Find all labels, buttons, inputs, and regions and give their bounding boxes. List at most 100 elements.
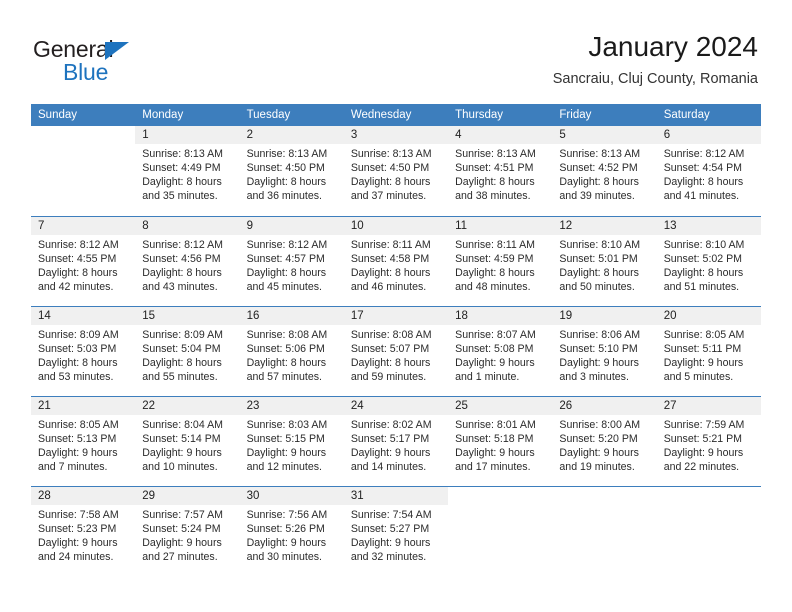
day-number: 30 [239,486,344,505]
calendar-day-cell[interactable]: 4 Sunrise: 8:13 AM Sunset: 4:51 PM Daylight… [448,126,553,216]
day-details: Sunrise: 8:09 AM Sunset: 5:04 PM Daylight:… [135,325,239,384]
daylight-duration-line2: and 55 minutes. [142,370,218,383]
day-details: Sunrise: 7:57 AM Sunset: 5:24 PM Daylight:… [135,505,239,564]
day-details: Sunrise: 7:56 AM Sunset: 5:26 PM Daylight:… [240,505,344,564]
calendar-day-cell[interactable]: 29 Sunrise: 7:57 AM Sunset: 5:24 PM Dayligh… [135,486,240,576]
day-number [656,486,761,505]
calendar-week-row: 1 Sunrise: 8:13 AM Sunset: 4:49 PM Daylight… [31,126,761,216]
calendar-day-cell[interactable]: 1 Sunrise: 8:13 AM Sunset: 4:49 PM Daylight… [135,126,240,216]
daylight-duration-line1: Daylight: 9 hours [350,446,431,459]
calendar-day-cell[interactable]: 5 Sunrise: 8:13 AM Sunset: 4:52 PM Daylight… [552,126,657,216]
daylight-duration-line2: and 41 minutes. [663,190,740,203]
calendar-day-cell[interactable]: 9 Sunrise: 8:12 AM Sunset: 4:57 PM Daylight… [239,216,344,306]
calendar-cell-empty [31,126,136,216]
calendar-day-cell[interactable]: 21 Sunrise: 8:05 AM Sunset: 5:13 PM Dayligh… [31,396,136,486]
day-details: Sunrise: 8:10 AM Sunset: 5:01 PM Daylight:… [552,235,656,294]
daylight-duration-line1: Daylight: 8 hours [142,266,222,279]
sunrise-time: Sunrise: 8:08 AM [246,328,328,341]
calendar-day-cell[interactable]: 13 Sunrise: 8:10 AM Sunset: 5:02 PM Dayligh… [656,216,761,306]
weekday-header-friday: Friday [552,104,657,126]
calendar-day-cell[interactable]: 14 Sunrise: 8:09 AM Sunset: 5:03 PM Dayligh… [31,306,136,396]
calendar-day-cell[interactable]: 18 Sunrise: 8:07 AM Sunset: 5:08 PM Dayligh… [448,306,553,396]
calendar-day-cell[interactable]: 8 Sunrise: 8:12 AM Sunset: 4:56 PM Daylight… [135,216,240,306]
calendar-day-cell[interactable]: 24 Sunrise: 8:02 AM Sunset: 5:17 PM Dayligh… [343,396,449,486]
calendar-day-cell[interactable]: 12 Sunrise: 8:10 AM Sunset: 5:01 PM Dayligh… [552,216,657,306]
brand-logo[interactable]: General Blue [33,36,183,86]
day-details: Sunrise: 8:08 AM Sunset: 5:07 PM Daylight:… [344,325,448,384]
calendar-day-cell[interactable]: 7 Sunrise: 8:12 AM Sunset: 4:55 PM Daylight… [31,216,136,306]
daylight-duration-line1: Daylight: 9 hours [455,446,535,459]
sunset-time: Sunset: 4:54 PM [663,162,743,175]
daylight-duration-line1: Daylight: 8 hours [455,176,535,189]
sunset-time: Sunset: 5:03 PM [38,342,117,355]
sunset-time: Sunset: 5:15 PM [246,432,325,445]
calendar-cell-empty [656,486,761,576]
day-details: Sunrise: 8:00 AM Sunset: 5:20 PM Daylight:… [552,415,656,474]
calendar-day-cell[interactable]: 25 Sunrise: 8:01 AM Sunset: 5:18 PM Dayligh… [448,396,553,486]
calendar-day-cell[interactable]: 22 Sunrise: 8:04 AM Sunset: 5:14 PM Dayligh… [135,396,240,486]
day-number: 24 [343,396,449,415]
sunset-time: Sunset: 4:55 PM [38,252,117,265]
sunset-time: Sunset: 5:06 PM [246,342,325,355]
day-number: 8 [135,216,240,235]
calendar-day-cell[interactable]: 6 Sunrise: 8:12 AM Sunset: 4:54 PM Daylight… [656,126,761,216]
sunset-time: Sunset: 5:14 PM [142,432,221,445]
sunrise-time: Sunrise: 8:12 AM [663,148,745,160]
calendar-day-cell[interactable]: 10 Sunrise: 8:11 AM Sunset: 4:58 PM Dayligh… [343,216,449,306]
daylight-duration-line2: and 22 minutes. [663,460,740,473]
day-number: 17 [343,306,449,325]
daylight-duration-line2: and 10 minutes. [142,460,218,473]
daylight-duration-line1: Daylight: 8 hours [663,266,744,279]
daylight-duration-line2: and 39 minutes. [559,190,635,203]
daylight-duration-line1: Daylight: 8 hours [559,176,639,189]
calendar-day-cell[interactable]: 17 Sunrise: 8:08 AM Sunset: 5:07 PM Dayligh… [343,306,449,396]
day-details: Sunrise: 8:05 AM Sunset: 5:11 PM Daylight:… [657,325,761,384]
day-number: 12 [552,216,657,235]
day-details: Sunrise: 8:04 AM Sunset: 5:14 PM Daylight:… [135,415,239,474]
calendar-day-cell[interactable]: 23 Sunrise: 8:03 AM Sunset: 5:15 PM Dayligh… [239,396,344,486]
sunrise-time: Sunrise: 8:11 AM [350,238,431,251]
daylight-duration-line2: and 48 minutes. [455,280,531,293]
calendar-day-cell[interactable]: 15 Sunrise: 8:09 AM Sunset: 5:04 PM Dayligh… [135,306,240,396]
sunrise-time: Sunrise: 8:10 AM [663,238,745,251]
daylight-duration-line1: Daylight: 8 hours [38,356,118,369]
calendar-day-cell[interactable]: 19 Sunrise: 8:06 AM Sunset: 5:10 PM Dayligh… [552,306,657,396]
day-number: 29 [135,486,240,505]
day-details: Sunrise: 8:03 AM Sunset: 5:15 PM Daylight:… [240,415,344,474]
day-details: Sunrise: 7:59 AM Sunset: 5:21 PM Daylight:… [657,415,761,474]
calendar-table: Sunday Monday Tuesday Wednesday Thursday… [31,104,761,576]
weekday-header-row: Sunday Monday Tuesday Wednesday Thursday… [31,104,761,126]
day-number: 13 [656,216,761,235]
day-details: Sunrise: 8:11 AM Sunset: 4:58 PM Daylight:… [344,235,448,294]
daylight-duration-line1: Daylight: 9 hours [663,446,744,459]
sunrise-time: Sunrise: 8:13 AM [142,148,223,160]
daylight-duration-line2: and 57 minutes. [246,370,322,383]
calendar-day-cell[interactable]: 16 Sunrise: 8:08 AM Sunset: 5:06 PM Dayligh… [239,306,344,396]
calendar-day-cell[interactable]: 20 Sunrise: 8:05 AM Sunset: 5:11 PM Dayligh… [656,306,761,396]
calendar-day-cell[interactable]: 2 Sunrise: 8:13 AM Sunset: 4:50 PM Daylight… [239,126,344,216]
daylight-duration-line1: Daylight: 8 hours [142,176,222,189]
day-details: Sunrise: 8:13 AM Sunset: 4:52 PM Daylight:… [552,144,656,203]
daylight-duration-line1: Daylight: 9 hours [142,536,222,549]
calendar-day-cell[interactable]: 30 Sunrise: 7:56 AM Sunset: 5:26 PM Dayligh… [239,486,344,576]
calendar-day-cell[interactable]: 3 Sunrise: 8:13 AM Sunset: 4:50 PM Daylight… [343,126,449,216]
daylight-duration-line2: and 7 minutes. [38,460,108,473]
page-title: January 2024 [588,31,758,62]
sunset-time: Sunset: 5:08 PM [455,342,534,355]
calendar-day-cell[interactable]: 28 Sunrise: 7:58 AM Sunset: 5:23 PM Dayligh… [31,486,136,576]
day-details: Sunrise: 8:13 AM Sunset: 4:51 PM Daylight:… [448,144,552,203]
title-block: January 2024 Sancraiu, Cluj County, Roma… [553,30,758,88]
calendar-day-cell[interactable]: 26 Sunrise: 8:00 AM Sunset: 5:20 PM Dayligh… [552,396,657,486]
triangle-icon [105,42,129,60]
daylight-duration-line2: and 53 minutes. [38,370,114,383]
sunrise-time: Sunrise: 8:09 AM [142,328,223,341]
calendar-week-row: 28 Sunrise: 7:58 AM Sunset: 5:23 PM Dayligh… [31,486,761,576]
day-number: 22 [135,396,240,415]
calendar-day-cell[interactable]: 27 Sunrise: 7:59 AM Sunset: 5:21 PM Dayligh… [656,396,761,486]
daylight-duration-line1: Daylight: 8 hours [246,266,327,279]
sunrise-time: Sunrise: 7:56 AM [246,508,328,521]
calendar-day-cell[interactable]: 11 Sunrise: 8:11 AM Sunset: 4:59 PM Dayligh… [448,216,553,306]
day-number: 31 [343,486,449,505]
daylight-duration-line2: and 24 minutes. [38,550,114,563]
calendar-day-cell[interactable]: 31 Sunrise: 7:54 AM Sunset: 5:27 PM Dayligh… [343,486,449,576]
